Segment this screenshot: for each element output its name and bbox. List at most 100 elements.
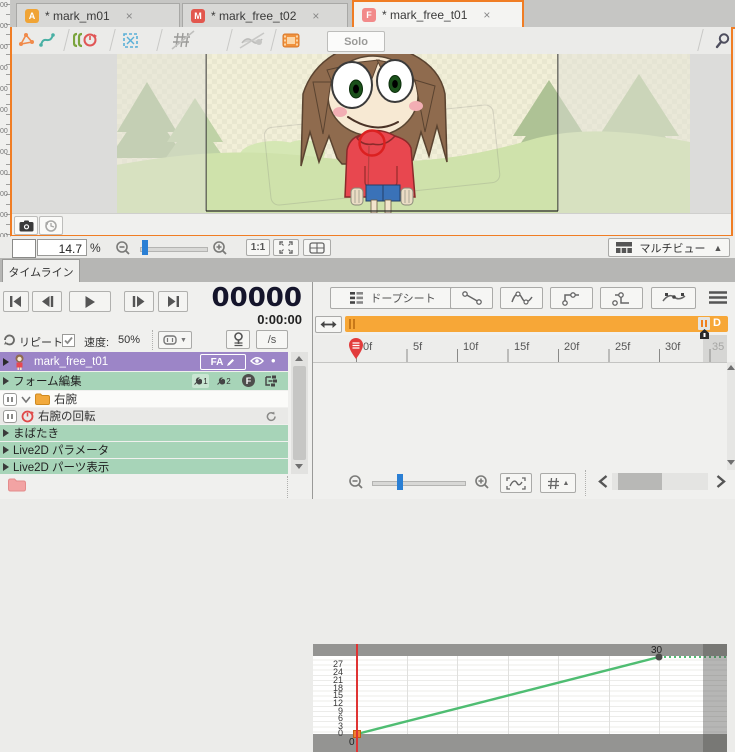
bezier-handle-button[interactable] bbox=[651, 287, 696, 309]
search-magnifier-icon[interactable] bbox=[710, 30, 734, 50]
lock-dot-icon[interactable]: • bbox=[271, 353, 276, 368]
scroll-right-icon[interactable] bbox=[716, 475, 726, 488]
step-forward-button[interactable] bbox=[124, 291, 154, 312]
close-icon[interactable]: × bbox=[312, 9, 319, 23]
scroll-up-icon[interactable] bbox=[727, 365, 735, 370]
expand-arrow-icon[interactable] bbox=[3, 377, 9, 385]
scroll-down-icon[interactable] bbox=[295, 464, 303, 469]
scrollbar-thumb[interactable] bbox=[293, 366, 306, 460]
play-button[interactable] bbox=[69, 291, 111, 312]
mesh-edit-tool-icon[interactable] bbox=[17, 30, 35, 50]
timeline-zoom-in-icon[interactable] bbox=[474, 474, 490, 490]
canvas-viewport[interactable] bbox=[12, 54, 731, 213]
repeat-icon bbox=[2, 332, 18, 348]
range-start-handle[interactable] bbox=[349, 319, 351, 329]
curve-graph-area[interactable]: 27 24 21 18 15 12 9 6 3 0 0 30 bbox=[313, 644, 727, 752]
part-toggle-icon[interactable] bbox=[3, 393, 17, 406]
visibility-eye-icon[interactable] bbox=[250, 356, 264, 366]
expand-arrow-icon[interactable] bbox=[3, 446, 9, 454]
timeline-h-scrollbar[interactable] bbox=[612, 473, 708, 490]
tab-mark-free-t01-active[interactable]: F * mark_free_t01 × bbox=[352, 0, 524, 27]
wrench1-tool[interactable]: 1 bbox=[192, 374, 209, 388]
wrench2-tool[interactable]: 2 bbox=[215, 374, 232, 388]
expand-arrow-icon[interactable] bbox=[3, 429, 9, 437]
track-live2d-param-row[interactable]: Live2D パラメータ bbox=[0, 442, 288, 458]
expand-arrow-icon[interactable] bbox=[3, 358, 9, 366]
speed-label: 速度: bbox=[84, 334, 109, 350]
zoom-in-icon[interactable] bbox=[212, 240, 228, 256]
smooth-interp-button[interactable] bbox=[500, 287, 543, 309]
tab-mark-free-t02[interactable]: M * mark_free_t02 × bbox=[182, 3, 348, 27]
deformer-path-tool-icon[interactable] bbox=[38, 30, 56, 50]
grid-options-button[interactable]: ▲ bbox=[540, 473, 576, 493]
onion-skin-icon[interactable] bbox=[280, 30, 302, 50]
frame-ruler[interactable]: 0f 5f 10f 15f 20f 25f 30f 35 bbox=[313, 335, 727, 363]
zoom-slider-track[interactable] bbox=[140, 247, 208, 252]
scroll-left-icon[interactable] bbox=[598, 475, 608, 488]
scene-folder-icon[interactable] bbox=[8, 478, 26, 492]
scrollbar-thumb[interactable] bbox=[618, 473, 662, 490]
track-folder-row[interactable]: 右腕 bbox=[0, 391, 288, 407]
actual-size-button[interactable]: 1:1 bbox=[246, 239, 270, 256]
tab-timeline[interactable]: タイムライン bbox=[2, 259, 80, 283]
camera-history-button[interactable] bbox=[39, 216, 63, 235]
tab-mark-m01[interactable]: A * mark_m01 × bbox=[16, 3, 180, 27]
scroll-down-icon[interactable] bbox=[727, 460, 735, 465]
f-badge-icon[interactable]: F bbox=[242, 374, 255, 387]
refresh-icon[interactable] bbox=[266, 411, 277, 422]
solo-button[interactable]: Solo bbox=[327, 31, 385, 52]
timeline-zoom-slider-track[interactable] bbox=[372, 481, 466, 486]
step-back-button[interactable] bbox=[32, 291, 62, 312]
track-scrollbar[interactable] bbox=[291, 352, 308, 474]
track-form-edit-row[interactable]: フォーム編集 1 2 F bbox=[0, 372, 288, 390]
step-end-interp-button[interactable] bbox=[550, 287, 593, 309]
track-live2d-parts-row[interactable]: Live2D パーツ表示 bbox=[0, 459, 288, 474]
scroll-up-icon[interactable] bbox=[295, 356, 303, 361]
grid-toggle-icon-disabled[interactable] bbox=[170, 30, 196, 50]
work-area-end-marker[interactable] bbox=[699, 329, 710, 340]
step-start-interp-button[interactable] bbox=[600, 287, 643, 309]
multiview-button[interactable]: マルチビュー ▲ bbox=[608, 238, 730, 257]
fit-range-button[interactable] bbox=[315, 316, 342, 333]
transform-box-icon[interactable] bbox=[120, 30, 140, 50]
graph-v-scrollbar[interactable] bbox=[727, 362, 735, 470]
expand-arrow-icon[interactable] bbox=[3, 463, 9, 471]
toolbar-separator bbox=[109, 29, 115, 51]
close-icon[interactable]: × bbox=[126, 9, 133, 23]
dopesheet-button[interactable]: ドープシート bbox=[330, 287, 456, 309]
timeline-zoom-slider-thumb[interactable] bbox=[397, 474, 403, 490]
timeline-zoom-out-icon[interactable] bbox=[348, 474, 364, 490]
hierarchy-icon[interactable] bbox=[264, 375, 277, 387]
zoom-out-icon[interactable] bbox=[115, 240, 131, 256]
close-icon[interactable]: × bbox=[483, 8, 490, 22]
zoom-slider-thumb[interactable] bbox=[142, 240, 148, 255]
keyform-rotate-icon[interactable] bbox=[72, 30, 98, 50]
zoom-value-input[interactable]: 14.7 bbox=[37, 239, 87, 256]
animation-curve[interactable] bbox=[313, 644, 727, 752]
canvas-frame-button[interactable] bbox=[303, 239, 331, 256]
go-to-start-button[interactable] bbox=[3, 291, 29, 312]
background-color-swatch[interactable] bbox=[12, 239, 36, 258]
screenshot-camera-button[interactable] bbox=[14, 216, 38, 235]
playhead-pin[interactable] bbox=[347, 337, 365, 361]
track-param-row[interactable]: 右腕の回転 bbox=[0, 408, 288, 424]
part-toggle-icon[interactable] bbox=[3, 410, 17, 423]
chevron-down-icon[interactable] bbox=[21, 396, 31, 403]
onion-skin-dropdown[interactable]: ▼ bbox=[158, 331, 192, 349]
repeat-checkbox[interactable] bbox=[62, 334, 75, 347]
go-to-end-button[interactable] bbox=[158, 291, 188, 312]
speed-value[interactable]: 50% bbox=[118, 334, 140, 346]
work-area-range-bar[interactable]: D bbox=[345, 316, 728, 332]
panel-divider[interactable] bbox=[312, 282, 313, 499]
fa-edit-badge[interactable]: FA bbox=[200, 354, 246, 370]
fit-curve-view-button[interactable] bbox=[500, 473, 532, 493]
marker-pin-button[interactable] bbox=[226, 330, 250, 349]
fit-view-button[interactable] bbox=[273, 239, 299, 256]
blend-shape-icon-disabled[interactable] bbox=[238, 30, 266, 50]
track-scene-row[interactable]: mark_free_t01 FA • bbox=[0, 352, 288, 371]
fps-button[interactable]: /s bbox=[256, 330, 288, 349]
track-blink-row[interactable]: まばたき bbox=[0, 425, 288, 441]
timeline-menu-icon[interactable] bbox=[708, 290, 728, 306]
playhead-line[interactable] bbox=[356, 644, 358, 752]
linear-interp-button[interactable] bbox=[450, 287, 493, 309]
